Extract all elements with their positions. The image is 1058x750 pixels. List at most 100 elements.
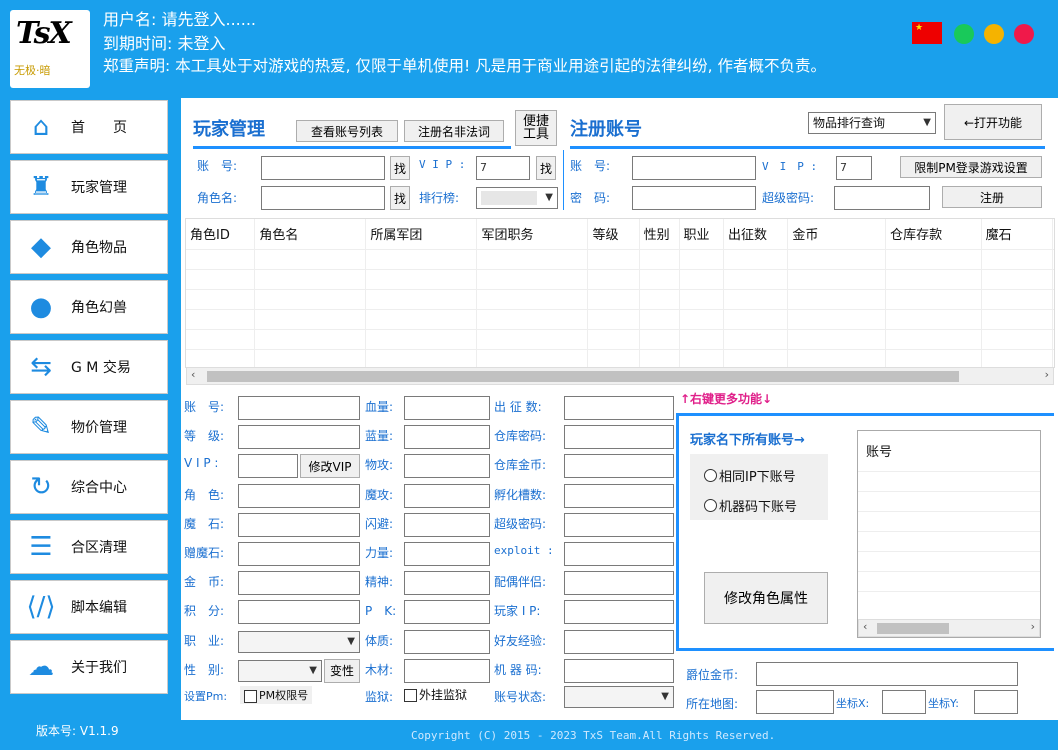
same-ip-radio[interactable]: 相同IP下账号 [704, 466, 796, 485]
form-input[interactable] [238, 512, 360, 537]
table-row[interactable] [186, 348, 1054, 367]
form-input[interactable] [564, 629, 674, 654]
table-row[interactable] [186, 248, 1054, 269]
sidebar-item-5[interactable]: ✎ 物价管理 [10, 400, 168, 454]
cheat-jail-checkbox[interactable]: 外挂监狱 [404, 686, 467, 703]
form-input[interactable] [404, 571, 490, 596]
sidebar-item-3[interactable]: ● 角色幻兽 [10, 280, 168, 334]
account-status-select[interactable]: ▼ [564, 686, 674, 708]
minimize-button[interactable] [984, 24, 1004, 44]
form-input[interactable] [404, 542, 490, 566]
column-header[interactable]: 性别 [639, 219, 680, 249]
scroll-right-icon[interactable]: › [1031, 620, 1035, 633]
illegal-names-button[interactable]: 注册名非法词 [404, 120, 504, 142]
player-grid[interactable]: 角色ID角色名所属军团军团职务等级性别职业出征数金币仓库存款魔石赠 [185, 218, 1055, 368]
account-input[interactable] [261, 156, 385, 180]
form-input[interactable] [404, 425, 490, 450]
form-input[interactable] [238, 483, 360, 508]
form-input[interactable] [404, 454, 490, 479]
title-gold-input[interactable] [756, 662, 1018, 686]
job-select[interactable]: ▼ [238, 630, 360, 653]
form-input[interactable] [238, 396, 360, 420]
form-input[interactable] [238, 425, 360, 450]
form-input[interactable] [564, 483, 674, 508]
table-row[interactable] [186, 288, 1054, 309]
coord-x-input[interactable] [882, 690, 926, 714]
coord-y-input[interactable] [974, 690, 1018, 714]
open-function-button[interactable]: ←打开功能 [944, 104, 1042, 140]
list-horizontal-scrollbar[interactable]: ‹ › [858, 619, 1040, 637]
modify-vip-button[interactable]: 修改VIP [300, 454, 360, 479]
form-input[interactable] [404, 483, 490, 508]
pm-account-checkbox[interactable]: PM权限号 [240, 686, 313, 704]
form-input[interactable] [238, 542, 360, 566]
same-machine-radio[interactable]: 机器码下账号 [704, 496, 797, 515]
form-input[interactable] [564, 396, 674, 420]
column-header[interactable]: 出征数 [723, 219, 789, 249]
form-input[interactable] [564, 454, 674, 479]
column-header[interactable]: 仓库存款 [885, 219, 982, 249]
sidebar-item-8[interactable]: ⟨/⟩ 脚本编辑 [10, 580, 168, 634]
china-flag-icon[interactable]: ★ [912, 22, 942, 44]
scroll-left-icon[interactable]: ‹ [863, 620, 867, 633]
change-gender-button[interactable]: 变性 [324, 658, 360, 683]
column-header[interactable]: 角色ID [186, 219, 256, 249]
maximize-button[interactable] [954, 24, 974, 44]
column-header[interactable]: 职业 [679, 219, 724, 249]
form-input[interactable] [564, 571, 674, 596]
column-header[interactable]: 军团职务 [476, 219, 589, 249]
grid-horizontal-scrollbar[interactable]: ‹ › [186, 367, 1054, 385]
register-button[interactable]: 注册 [942, 186, 1042, 208]
gender-select[interactable]: ▼ [238, 659, 322, 682]
find-role-button[interactable]: 找 [390, 186, 410, 210]
sidebar-item-9[interactable]: ☁ 关于我们 [10, 640, 168, 694]
sidebar-item-0[interactable]: ⌂ 首 页 [10, 100, 168, 154]
rank-select[interactable]: ▼ [476, 187, 558, 209]
form-input[interactable] [564, 542, 674, 566]
quick-tool-button[interactable]: 便捷 工具 [515, 110, 557, 146]
scroll-left-icon[interactable]: ‹ [191, 368, 195, 381]
column-header[interactable]: 角色名 [254, 219, 367, 249]
form-input[interactable] [564, 658, 674, 683]
sidebar-item-6[interactable]: ↻ 综合中心 [10, 460, 168, 514]
form-input[interactable] [404, 629, 490, 654]
role-name-input[interactable] [261, 186, 385, 210]
scrollbar-thumb[interactable] [207, 371, 959, 382]
column-header[interactable]: 魔石 [981, 219, 1053, 249]
form-input[interactable] [404, 396, 490, 420]
view-accounts-button[interactable]: 查看账号列表 [296, 120, 398, 142]
column-header[interactable]: 所属军团 [365, 219, 478, 249]
column-header[interactable]: 赠 [1052, 219, 1054, 249]
account-list[interactable]: 账号 ‹ › [857, 430, 1041, 638]
form-input[interactable] [404, 658, 490, 683]
reg-account-input[interactable] [632, 156, 756, 180]
form-input[interactable] [238, 571, 360, 596]
close-button[interactable] [1014, 24, 1034, 44]
table-row[interactable] [186, 308, 1054, 329]
sidebar-item-7[interactable]: ☰ 合区清理 [10, 520, 168, 574]
sidebar-item-2[interactable]: ◆ 角色物品 [10, 220, 168, 274]
table-row[interactable] [186, 268, 1054, 289]
reg-password-input[interactable] [632, 186, 756, 210]
reg-vip-input[interactable]: 7 [836, 156, 872, 180]
column-header[interactable]: 金币 [787, 219, 887, 249]
sidebar-item-1[interactable]: ♜ 玩家管理 [10, 160, 168, 214]
sidebar-item-4[interactable]: ⇆ G M 交易 [10, 340, 168, 394]
scrollbar-thumb[interactable] [877, 623, 949, 634]
modify-role-attr-button[interactable]: 修改角色属性 [704, 572, 828, 624]
map-input[interactable] [756, 690, 834, 714]
super-password-input[interactable] [834, 186, 930, 210]
form-input[interactable] [238, 600, 360, 625]
form-input[interactable] [404, 600, 490, 625]
form-input[interactable] [564, 425, 674, 450]
item-rank-select[interactable]: 物品排行查询 ▼ [808, 112, 936, 134]
find-vip-button[interactable]: 找 [536, 156, 556, 180]
column-header[interactable]: 等级 [587, 219, 640, 249]
scroll-right-icon[interactable]: › [1045, 368, 1049, 381]
limit-pm-button[interactable]: 限制PM登录游戏设置 [900, 156, 1042, 178]
form-input[interactable] [564, 512, 674, 537]
vip-level-input[interactable] [238, 454, 298, 479]
form-input[interactable] [404, 512, 490, 537]
form-input[interactable] [564, 600, 674, 625]
table-row[interactable] [186, 328, 1054, 349]
